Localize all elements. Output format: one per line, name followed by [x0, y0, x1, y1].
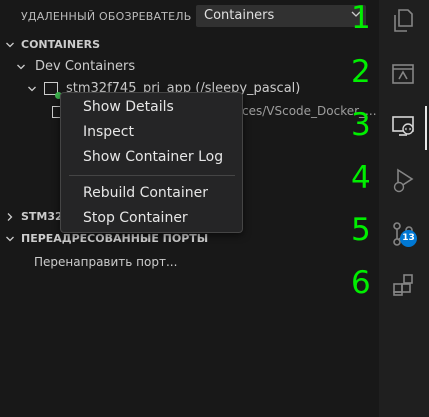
- remote-monitor-icon[interactable]: [389, 112, 417, 140]
- annotation-4: 4: [351, 160, 371, 196]
- chevron-right-icon: [7, 213, 13, 221]
- annotation-3: 3: [351, 107, 371, 143]
- menu-item-rebuild-container[interactable]: Rebuild Container: [61, 181, 242, 206]
- chevron-down-icon: [6, 236, 14, 242]
- chevron-down-icon: [28, 86, 36, 92]
- annotation-2: 2: [351, 54, 371, 90]
- containers-section-label: CONTAINERS: [21, 38, 100, 51]
- active-view-indicator: [425, 106, 427, 150]
- forward-port-link[interactable]: Перенаправить порт...: [34, 255, 177, 269]
- ports-section-label: ПЕРЕАДРЕСОВАННЫЕ ПОРТЫ: [21, 232, 209, 245]
- containers-section-header[interactable]: CONTAINERS: [0, 34, 379, 56]
- menu-item-show-container-log[interactable]: Show Container Log: [61, 145, 242, 170]
- explorer-icon[interactable]: [389, 6, 417, 34]
- run-debug-icon[interactable]: [389, 166, 417, 194]
- extensions-icon[interactable]: [389, 272, 417, 300]
- container-running-icon: [44, 82, 62, 99]
- container-context-menu: Show Details Inspect Show Container Log …: [60, 92, 243, 233]
- chevron-down-icon: [6, 42, 14, 48]
- dev-containers-group[interactable]: Dev Containers: [0, 56, 379, 78]
- remote-type-select-value: Containers: [204, 8, 275, 23]
- stm32-section-label: STM32: [21, 210, 63, 223]
- remote-explorer-icon[interactable]: [389, 60, 417, 88]
- annotation-1: 1: [351, 0, 371, 36]
- remote-type-select[interactable]: Containers: [196, 5, 366, 27]
- menu-item-show-details[interactable]: Show Details: [61, 95, 242, 120]
- dev-containers-label: Dev Containers: [35, 59, 136, 74]
- sidebar-title: УДАЛЕННЫЙ ОБОЗРЕВАТЕЛЬ: [21, 10, 192, 23]
- sidebar-title-row: УДАЛЕННЫЙ ОБОЗРЕВАТЕЛЬ Containers: [0, 0, 379, 33]
- annotation-6: 6: [351, 265, 371, 301]
- chevron-down-icon: [17, 64, 25, 70]
- menu-item-stop-container[interactable]: Stop Container: [61, 206, 242, 231]
- annotation-5: 5: [351, 212, 371, 248]
- menu-item-inspect[interactable]: Inspect: [61, 120, 242, 145]
- source-control-badge: 13: [400, 230, 417, 247]
- menu-separator: [69, 175, 235, 176]
